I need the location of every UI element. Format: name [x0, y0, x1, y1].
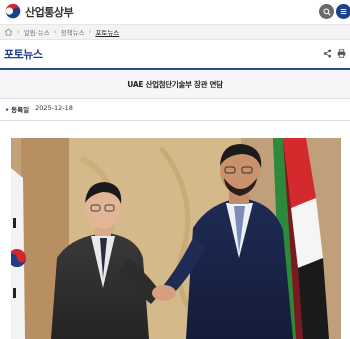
- breadcrumb-separator: ›: [17, 28, 20, 36]
- breadcrumb-item-policy-news[interactable]: 정책뉴스: [61, 27, 85, 37]
- date-value: 2025-12-18: [35, 104, 73, 112]
- share-icon[interactable]: [323, 49, 332, 58]
- photo-image[interactable]: [11, 138, 341, 339]
- home-icon[interactable]: [4, 28, 13, 36]
- breadcrumb-item-photo-news[interactable]: 포토뉴스: [95, 27, 119, 37]
- breadcrumb-item-news[interactable]: 알림·뉴스: [24, 27, 50, 37]
- divider: [0, 120, 350, 121]
- breadcrumb: › 알림·뉴스 › 정책뉴스 › 포토뉴스: [0, 24, 350, 40]
- site-name[interactable]: 산업통상부: [25, 4, 74, 20]
- menu-icon: [340, 9, 347, 15]
- date-label: 등록일: [5, 104, 29, 114]
- taegeuk-logo-icon[interactable]: [4, 3, 22, 21]
- article-header: UAE 산업첨단기술부 장관 면담: [0, 68, 350, 99]
- search-button[interactable]: [319, 4, 334, 19]
- breadcrumb-separator: ›: [88, 28, 92, 36]
- breadcrumb-separator: ›: [53, 28, 57, 36]
- search-icon: [322, 7, 331, 16]
- article-title: UAE 산업첨단기술부 장관 면담: [127, 79, 223, 89]
- site-header: 산업통상부: [0, 0, 350, 24]
- menu-button[interactable]: [336, 4, 350, 19]
- article-meta: 등록일 2025-12-18: [5, 104, 73, 114]
- print-icon[interactable]: [337, 49, 346, 58]
- page-title: 포토뉴스: [4, 48, 43, 61]
